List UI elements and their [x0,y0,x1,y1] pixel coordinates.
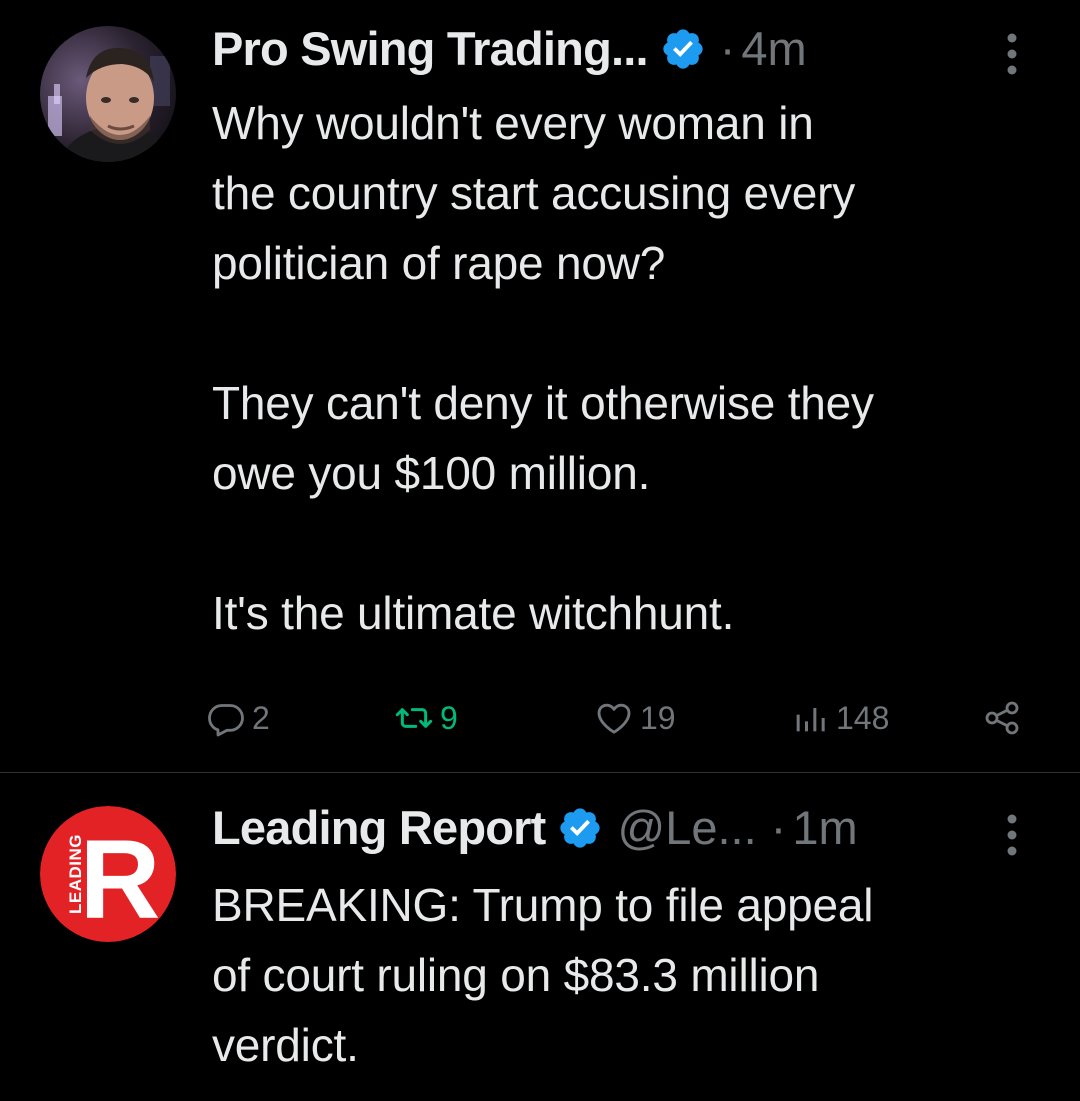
separator-dot: · [719,22,736,75]
reply-icon [208,704,244,737]
retweet-button[interactable]: 9 [394,690,458,746]
tweet-actions: 2 9 19 148 [206,690,1036,746]
separator-dot: · [770,801,787,854]
timestamp[interactable]: 4m [741,19,806,79]
reply-button[interactable]: 2 [206,690,270,746]
views-chart-icon [796,708,825,732]
retweet-count: 9 [440,699,458,736]
share-button[interactable] [982,690,1022,746]
views-button[interactable]: 148 [790,690,889,746]
leading-report-logo: R LEADING [40,806,176,942]
author-name[interactable]: Pro Swing Trading... [212,19,649,79]
like-button[interactable]: 19 [594,690,676,746]
author-name[interactable]: Leading Report [212,798,546,858]
avatar[interactable] [40,26,176,162]
logo-letter: R [80,817,161,942]
views-count: 148 [836,699,890,736]
reply-count: 2 [252,699,270,736]
like-count: 19 [640,699,676,736]
retweet-icon [395,708,433,728]
avatar-photo [40,26,176,162]
tweet-leading-report[interactable]: R LEADING Leading Report @Le... · 1m BRE… [0,773,1080,1101]
more-options-icon[interactable] [1000,30,1024,78]
tweet-text: BREAKING: Trump to file appeal of court … [212,879,874,1071]
timestamp[interactable]: 1m [792,798,857,858]
author-handle[interactable]: @Le... [617,798,756,858]
tweet-header: Leading Report @Le... · 1m [212,798,858,858]
tweet-text: Why wouldn't every woman in the country … [212,97,874,639]
avatar[interactable]: R LEADING [40,806,176,942]
logo-text: LEADING [66,834,85,914]
verified-badge-icon[interactable] [660,26,706,72]
share-icon [985,701,1019,735]
tweet-pro-swing-trading[interactable]: Pro Swing Trading... · 4m Why wouldn't e… [0,0,1080,772]
tweet-header: Pro Swing Trading... · 4m [212,19,807,79]
more-options-icon[interactable] [1000,811,1024,859]
heart-icon [597,703,631,734]
verified-badge-icon[interactable] [557,805,603,851]
